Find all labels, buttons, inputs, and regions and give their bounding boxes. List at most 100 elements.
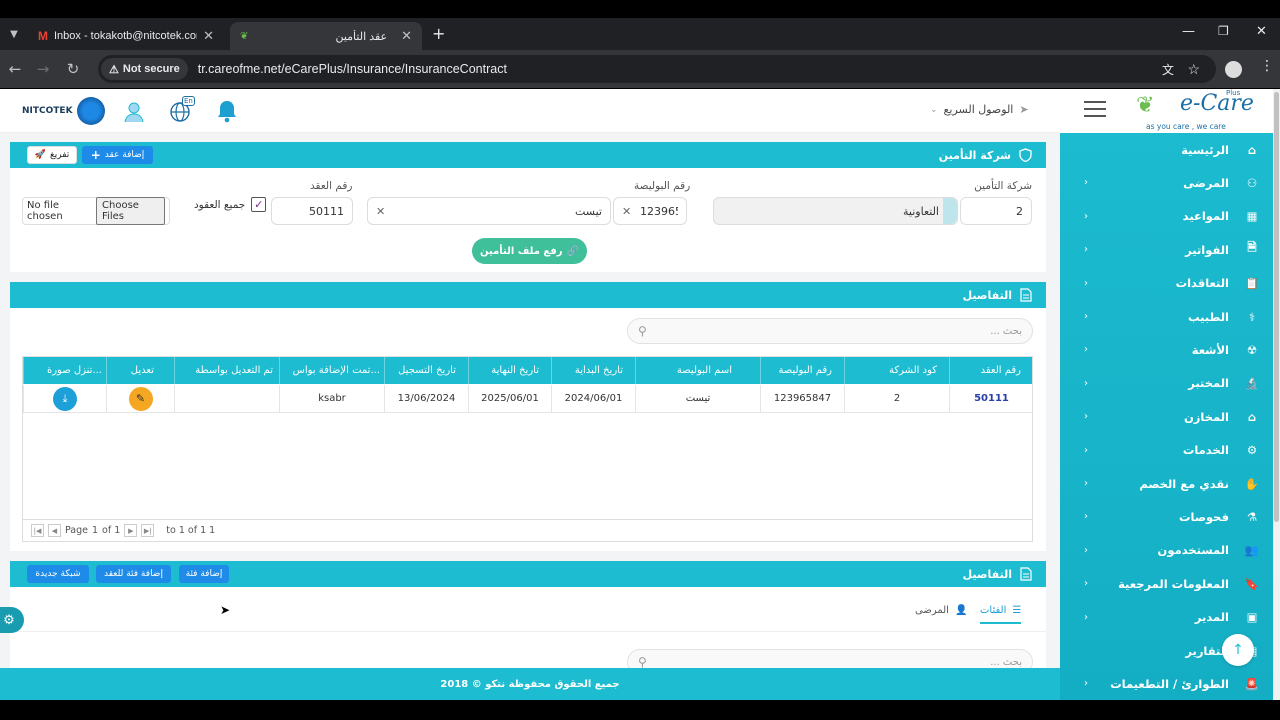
reload-icon[interactable]: ↻ [60, 50, 86, 88]
browser-menu-icon[interactable]: ⋮ [1260, 58, 1274, 74]
back-icon[interactable]: ← [2, 50, 28, 88]
language-label: En [182, 96, 195, 106]
sidebar-item-label: الطوارئ / التطعيمات [1110, 676, 1229, 691]
prev-page-icon[interactable]: ◀ [48, 524, 61, 537]
translate-icon[interactable]: 文 [1162, 61, 1174, 78]
sidebar-item-9[interactable]: ⚙ الخدمات ‹ [1060, 434, 1273, 467]
clear-policy-name-icon[interactable]: ✕ [376, 205, 385, 218]
clipboard-icon: 📋 [1244, 276, 1260, 291]
page-scrollbar-thumb[interactable] [1274, 92, 1279, 522]
first-page-icon[interactable]: |◀ [31, 524, 44, 537]
hamburger-menu-icon[interactable] [1084, 101, 1106, 117]
tab-list-dropdown[interactable]: ▼ [4, 24, 24, 44]
sidebar-item-4[interactable]: 📋 التعاقدات ‹ [1060, 267, 1273, 300]
cell-registration-date: 13/06/2024 [384, 385, 468, 413]
minimize-icon[interactable]: — [1182, 24, 1195, 39]
grid-search-input[interactable]: بحث ... ⚲ [627, 318, 1033, 344]
col-policy-number[interactable]: رقم البوليصة [760, 357, 844, 384]
upload-insurance-file-button[interactable]: رفع ملف التأمين 🔗 [472, 238, 587, 264]
close-tab-icon[interactable]: ✕ [401, 28, 412, 44]
not-secure-badge[interactable]: ⚠ Not secure [101, 58, 188, 80]
add-contract-button[interactable]: + إضافة عقد [82, 146, 153, 164]
leaf-logo-icon: ❦ [1136, 93, 1155, 118]
sidebar-item-14[interactable]: ▣ المدير ‹ [1060, 601, 1273, 634]
col-edit[interactable]: تعديل [106, 357, 174, 384]
col-download-image[interactable]: تنزل صورة... [23, 357, 106, 384]
sidebar-item-3[interactable]: 🗎 الفواتير ‹ [1060, 233, 1273, 266]
company-name-select[interactable]: التعاونية [713, 197, 958, 225]
sidebar-item-10[interactable]: ✋ نقدي مع الخصم ‹ [1060, 467, 1273, 500]
gear-icon: ⚙ [1246, 443, 1258, 458]
close-tab-icon[interactable]: ✕ [203, 28, 214, 44]
tab-categories[interactable]: ☰ الفئات [980, 605, 1022, 624]
col-policy-name[interactable]: اسم البوليصة [635, 357, 760, 384]
scroll-to-top-button[interactable]: ↑ [1222, 634, 1254, 666]
sidebar-item-8[interactable]: ⌂ المخازن ‹ [1060, 400, 1273, 433]
cell-contract-number[interactable]: 50111 [949, 385, 1033, 413]
col-added-by[interactable]: تمت الإضافة بواس... [279, 357, 384, 384]
browser-tab-bar: ▼ M Inbox - tokakotb@nitcotek.com ✕ ❦ عق… [0, 18, 1280, 50]
add-contract-category-button[interactable]: إضافة فئة للعقد [96, 565, 171, 583]
profile-avatar[interactable] [1225, 61, 1242, 78]
sidebar-item-1[interactable]: ⚇ المرضى ‹ [1060, 166, 1273, 199]
user-avatar-icon[interactable] [122, 99, 146, 127]
grid-header-row: رقم العقد كود الشركة رقم البوليصة اسم ال… [23, 357, 1032, 384]
col-contract-number[interactable]: رقم العقد [949, 357, 1033, 384]
pager-current-page[interactable]: 1 [92, 525, 98, 536]
close-window-icon[interactable]: ✕ [1256, 24, 1267, 39]
sidebar-item-2[interactable]: ▦ المواعيد ‹ [1060, 200, 1273, 233]
last-page-icon[interactable]: ▶| [141, 524, 155, 537]
browser-tab-inbox[interactable]: M Inbox - tokakotb@nitcotek.com ✕ [28, 22, 224, 50]
col-company-code[interactable]: كود الشركة [844, 357, 949, 384]
sidebar-item-13[interactable]: 🔖 المعلومات المرجعية ‹ [1060, 567, 1273, 600]
sidebar-item-label: المدير [1194, 610, 1229, 625]
clear-policy-number-icon[interactable]: ✕ [622, 205, 631, 218]
sidebar-item-16[interactable]: 🚨 الطوارئ / التطعيمات ‹ [1060, 667, 1273, 700]
add-category-label: إضافة فئة [185, 569, 223, 579]
ecare-logo: ❦ e-Care Plus as you care , we care [1060, 89, 1273, 133]
brand-text: NITCOTEK [22, 106, 73, 116]
language-globe-icon[interactable]: En [170, 96, 195, 127]
choose-files-button[interactable]: Choose Files [96, 197, 165, 225]
all-contracts-checkbox[interactable]: جميع العقود ✓ [194, 197, 267, 212]
list-icon: ☰ [1012, 605, 1022, 616]
notification-bell-icon[interactable] [216, 99, 238, 127]
search-icon: ⚲ [638, 324, 647, 338]
sidebar-item-11[interactable]: ⚗ فحوصات ‹ [1060, 500, 1273, 533]
col-end-date[interactable]: تاريخ النهاية [468, 357, 551, 384]
sidebar-item-6[interactable]: ☢ الأشعة ‹ [1060, 333, 1273, 366]
add-category-button[interactable]: إضافة فئة [179, 565, 229, 583]
new-tab-button[interactable]: + [432, 24, 445, 43]
checkbox-checked-icon[interactable]: ✓ [251, 197, 267, 212]
policy-number-input[interactable]: ✕ 1239658 [613, 197, 687, 225]
col-registration-date[interactable]: تاريخ التسجيل [384, 357, 468, 384]
forward-icon[interactable]: → [30, 50, 56, 88]
sidebar-item-12[interactable]: 👥 المستخدمون ‹ [1060, 534, 1273, 567]
grid-pager: |◀ ◀ Page 1 of 1 ▶ ▶| to 1 of 1 1 [23, 519, 1032, 541]
company-code-input[interactable]: 2 [960, 197, 1032, 225]
col-edited-by[interactable]: تم التعديل بواسطة [174, 357, 279, 384]
file-input[interactable]: No file chosen Choose Files [22, 197, 170, 225]
sidebar-item-0[interactable]: ⌂ الرئيسية [1060, 133, 1273, 166]
policy-name-input[interactable]: ✕ تيست [367, 197, 611, 225]
restore-icon[interactable]: ❐ [1218, 24, 1229, 38]
new-network-button[interactable]: شبكة جديدة [27, 565, 89, 583]
col-start-date[interactable]: تاريخ البداية [551, 357, 635, 384]
download-icon[interactable]: ⤓ [53, 386, 77, 411]
omnibox[interactable]: ⚠ Not secure tr.careofme.net/eCarePlus/In… [98, 55, 1216, 83]
sidebar-item-5[interactable]: ⚕ الطبيب ‹ [1060, 300, 1273, 333]
next-page-icon[interactable]: ▶ [124, 524, 138, 537]
browser-tab-insurance[interactable]: ❦ عقد التأمين ✕ [230, 22, 422, 50]
select-handle[interactable] [943, 198, 957, 224]
contract-number-input[interactable]: 50111 [271, 197, 353, 225]
policy-label: رقم البوليصة [634, 180, 691, 192]
tab-patients[interactable]: 👤 المرضى [915, 605, 967, 616]
edit-pencil-icon[interactable]: ✎ [128, 386, 153, 411]
quick-access-menu[interactable]: ➤ الوصول السريع ⌄ [930, 103, 1029, 116]
clear-button[interactable]: 🚀 تفريغ [27, 146, 77, 164]
link-icon: 🔗 [566, 245, 580, 257]
sidebar-item-7[interactable]: 🔬 المختبر ‹ [1060, 367, 1273, 400]
cell-policy-number: 123965847 [760, 385, 844, 413]
url-text: tr.careofme.net/eCarePlus/Insurance/Insu… [197, 62, 507, 76]
bookmark-star-icon[interactable]: ☆ [1187, 61, 1200, 78]
